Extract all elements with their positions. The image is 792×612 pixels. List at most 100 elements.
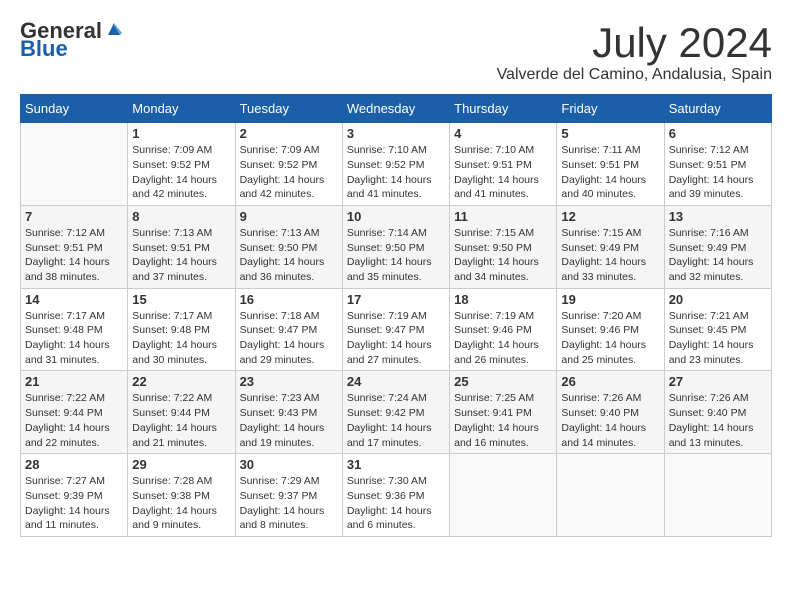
calendar-cell: 19 Sunrise: 7:20 AMSunset: 9:46 PMDayligh… bbox=[557, 288, 664, 371]
day-number: 15 bbox=[132, 292, 230, 307]
calendar-week-row: 21 Sunrise: 7:22 AMSunset: 9:44 PMDayligh… bbox=[21, 371, 772, 454]
calendar-cell: 17 Sunrise: 7:19 AMSunset: 9:47 PMDayligh… bbox=[342, 288, 449, 371]
day-info: Sunrise: 7:22 AMSunset: 9:44 PMDaylight:… bbox=[25, 391, 123, 450]
day-number: 3 bbox=[347, 126, 445, 141]
calendar-cell: 7 Sunrise: 7:12 AMSunset: 9:51 PMDaylight… bbox=[21, 205, 128, 288]
calendar-cell: 3 Sunrise: 7:10 AMSunset: 9:52 PMDaylight… bbox=[342, 123, 449, 206]
weekday-header-friday: Friday bbox=[557, 95, 664, 123]
day-number: 25 bbox=[454, 374, 552, 389]
calendar-week-row: 7 Sunrise: 7:12 AMSunset: 9:51 PMDaylight… bbox=[21, 205, 772, 288]
day-info: Sunrise: 7:12 AMSunset: 9:51 PMDaylight:… bbox=[669, 143, 767, 202]
day-number: 10 bbox=[347, 209, 445, 224]
day-info: Sunrise: 7:26 AMSunset: 9:40 PMDaylight:… bbox=[561, 391, 659, 450]
day-number: 22 bbox=[132, 374, 230, 389]
day-number: 31 bbox=[347, 457, 445, 472]
calendar-cell: 13 Sunrise: 7:16 AMSunset: 9:49 PMDayligh… bbox=[664, 205, 771, 288]
day-number: 16 bbox=[240, 292, 338, 307]
day-info: Sunrise: 7:14 AMSunset: 9:50 PMDaylight:… bbox=[347, 226, 445, 285]
weekday-header-sunday: Sunday bbox=[21, 95, 128, 123]
day-info: Sunrise: 7:10 AMSunset: 9:52 PMDaylight:… bbox=[347, 143, 445, 202]
day-info: Sunrise: 7:25 AMSunset: 9:41 PMDaylight:… bbox=[454, 391, 552, 450]
day-info: Sunrise: 7:20 AMSunset: 9:46 PMDaylight:… bbox=[561, 309, 659, 368]
day-number: 7 bbox=[25, 209, 123, 224]
weekday-header-monday: Monday bbox=[128, 95, 235, 123]
calendar-cell: 4Sunrise: 7:10 AMSunset: 9:51 PMDaylight… bbox=[450, 123, 557, 206]
day-info: Sunrise: 7:27 AMSunset: 9:39 PMDaylight:… bbox=[25, 474, 123, 533]
calendar-cell: 8 Sunrise: 7:13 AMSunset: 9:51 PMDaylight… bbox=[128, 205, 235, 288]
day-number: 28 bbox=[25, 457, 123, 472]
weekday-header-row: SundayMondayTuesdayWednesdayThursdayFrid… bbox=[21, 95, 772, 123]
calendar-week-row: 28 Sunrise: 7:27 AMSunset: 9:39 PMDayligh… bbox=[21, 454, 772, 537]
day-info: Sunrise: 7:12 AMSunset: 9:51 PMDaylight:… bbox=[25, 226, 123, 285]
logo-blue-text: Blue bbox=[20, 38, 68, 60]
day-number: 1 bbox=[132, 126, 230, 141]
day-info: Sunrise: 7:21 AMSunset: 9:45 PMDaylight:… bbox=[669, 309, 767, 368]
day-number: 23 bbox=[240, 374, 338, 389]
day-number: 9 bbox=[240, 209, 338, 224]
day-info: Sunrise: 7:28 AMSunset: 9:38 PMDaylight:… bbox=[132, 474, 230, 533]
day-number: 14 bbox=[25, 292, 123, 307]
calendar-cell: 12Sunrise: 7:15 AMSunset: 9:49 PMDayligh… bbox=[557, 205, 664, 288]
calendar-cell: 22 Sunrise: 7:22 AMSunset: 9:44 PMDayligh… bbox=[128, 371, 235, 454]
day-info: Sunrise: 7:30 AMSunset: 9:36 PMDaylight:… bbox=[347, 474, 445, 533]
day-info: Sunrise: 7:17 AMSunset: 9:48 PMDaylight:… bbox=[25, 309, 123, 368]
day-info: Sunrise: 7:13 AMSunset: 9:50 PMDaylight:… bbox=[240, 226, 338, 285]
weekday-header-saturday: Saturday bbox=[664, 95, 771, 123]
day-number: 21 bbox=[25, 374, 123, 389]
day-info: Sunrise: 7:19 AMSunset: 9:46 PMDaylight:… bbox=[454, 309, 552, 368]
day-info: Sunrise: 7:09 AMSunset: 9:52 PMDaylight:… bbox=[132, 143, 230, 202]
calendar-cell: 25 Sunrise: 7:25 AMSunset: 9:41 PMDayligh… bbox=[450, 371, 557, 454]
location: Valverde del Camino, Andalusia, Spain bbox=[497, 66, 772, 84]
day-info: Sunrise: 7:26 AMSunset: 9:40 PMDaylight:… bbox=[669, 391, 767, 450]
day-info: Sunrise: 7:15 AMSunset: 9:49 PMDaylight:… bbox=[561, 226, 659, 285]
day-info: Sunrise: 7:09 AMSunset: 9:52 PMDaylight:… bbox=[240, 143, 338, 202]
weekday-header-wednesday: Wednesday bbox=[342, 95, 449, 123]
calendar-cell: 11Sunrise: 7:15 AMSunset: 9:50 PMDayligh… bbox=[450, 205, 557, 288]
calendar-cell: 10 Sunrise: 7:14 AMSunset: 9:50 PMDayligh… bbox=[342, 205, 449, 288]
day-number: 8 bbox=[132, 209, 230, 224]
calendar-cell: 26Sunrise: 7:26 AMSunset: 9:40 PMDayligh… bbox=[557, 371, 664, 454]
day-number: 18 bbox=[454, 292, 552, 307]
calendar-cell: 28 Sunrise: 7:27 AMSunset: 9:39 PMDayligh… bbox=[21, 454, 128, 537]
calendar-cell bbox=[664, 454, 771, 537]
calendar-cell: 1 Sunrise: 7:09 AMSunset: 9:52 PMDaylight… bbox=[128, 123, 235, 206]
day-number: 19 bbox=[561, 292, 659, 307]
calendar-cell: 20 Sunrise: 7:21 AMSunset: 9:45 PMDayligh… bbox=[664, 288, 771, 371]
calendar-table: SundayMondayTuesdayWednesdayThursdayFrid… bbox=[20, 94, 772, 537]
month-year: July 2024 bbox=[497, 20, 772, 66]
calendar-week-row: 1 Sunrise: 7:09 AMSunset: 9:52 PMDaylight… bbox=[21, 123, 772, 206]
day-info: Sunrise: 7:16 AMSunset: 9:49 PMDaylight:… bbox=[669, 226, 767, 285]
calendar-cell: 29 Sunrise: 7:28 AMSunset: 9:38 PMDayligh… bbox=[128, 454, 235, 537]
title-area: July 2024 Valverde del Camino, Andalusia… bbox=[497, 20, 772, 84]
calendar-cell: 9 Sunrise: 7:13 AMSunset: 9:50 PMDaylight… bbox=[235, 205, 342, 288]
calendar-cell: 18 Sunrise: 7:19 AMSunset: 9:46 PMDayligh… bbox=[450, 288, 557, 371]
day-number: 20 bbox=[669, 292, 767, 307]
calendar-cell: 24Sunrise: 7:24 AMSunset: 9:42 PMDayligh… bbox=[342, 371, 449, 454]
day-info: Sunrise: 7:13 AMSunset: 9:51 PMDaylight:… bbox=[132, 226, 230, 285]
day-number: 5 bbox=[561, 126, 659, 141]
calendar-cell: 5 Sunrise: 7:11 AMSunset: 9:51 PMDaylight… bbox=[557, 123, 664, 206]
logo-icon bbox=[104, 19, 124, 39]
header: General Blue July 2024 Valverde del Cami… bbox=[20, 20, 772, 84]
calendar-cell: 27 Sunrise: 7:26 AMSunset: 9:40 PMDayligh… bbox=[664, 371, 771, 454]
day-number: 29 bbox=[132, 457, 230, 472]
day-number: 27 bbox=[669, 374, 767, 389]
day-info: Sunrise: 7:17 AMSunset: 9:48 PMDaylight:… bbox=[132, 309, 230, 368]
calendar-cell: 14 Sunrise: 7:17 AMSunset: 9:48 PMDayligh… bbox=[21, 288, 128, 371]
day-info: Sunrise: 7:19 AMSunset: 9:47 PMDaylight:… bbox=[347, 309, 445, 368]
calendar-cell: 6Sunrise: 7:12 AMSunset: 9:51 PMDaylight… bbox=[664, 123, 771, 206]
calendar-cell bbox=[450, 454, 557, 537]
day-info: Sunrise: 7:24 AMSunset: 9:42 PMDaylight:… bbox=[347, 391, 445, 450]
day-info: Sunrise: 7:23 AMSunset: 9:43 PMDaylight:… bbox=[240, 391, 338, 450]
day-info: Sunrise: 7:11 AMSunset: 9:51 PMDaylight:… bbox=[561, 143, 659, 202]
calendar-cell: 21 Sunrise: 7:22 AMSunset: 9:44 PMDayligh… bbox=[21, 371, 128, 454]
day-info: Sunrise: 7:18 AMSunset: 9:47 PMDaylight:… bbox=[240, 309, 338, 368]
day-number: 30 bbox=[240, 457, 338, 472]
day-number: 13 bbox=[669, 209, 767, 224]
calendar-cell bbox=[21, 123, 128, 206]
day-info: Sunrise: 7:22 AMSunset: 9:44 PMDaylight:… bbox=[132, 391, 230, 450]
calendar-cell: 23 Sunrise: 7:23 AMSunset: 9:43 PMDayligh… bbox=[235, 371, 342, 454]
calendar-cell: 15 Sunrise: 7:17 AMSunset: 9:48 PMDayligh… bbox=[128, 288, 235, 371]
day-number: 17 bbox=[347, 292, 445, 307]
day-info: Sunrise: 7:15 AMSunset: 9:50 PMDaylight:… bbox=[454, 226, 552, 285]
